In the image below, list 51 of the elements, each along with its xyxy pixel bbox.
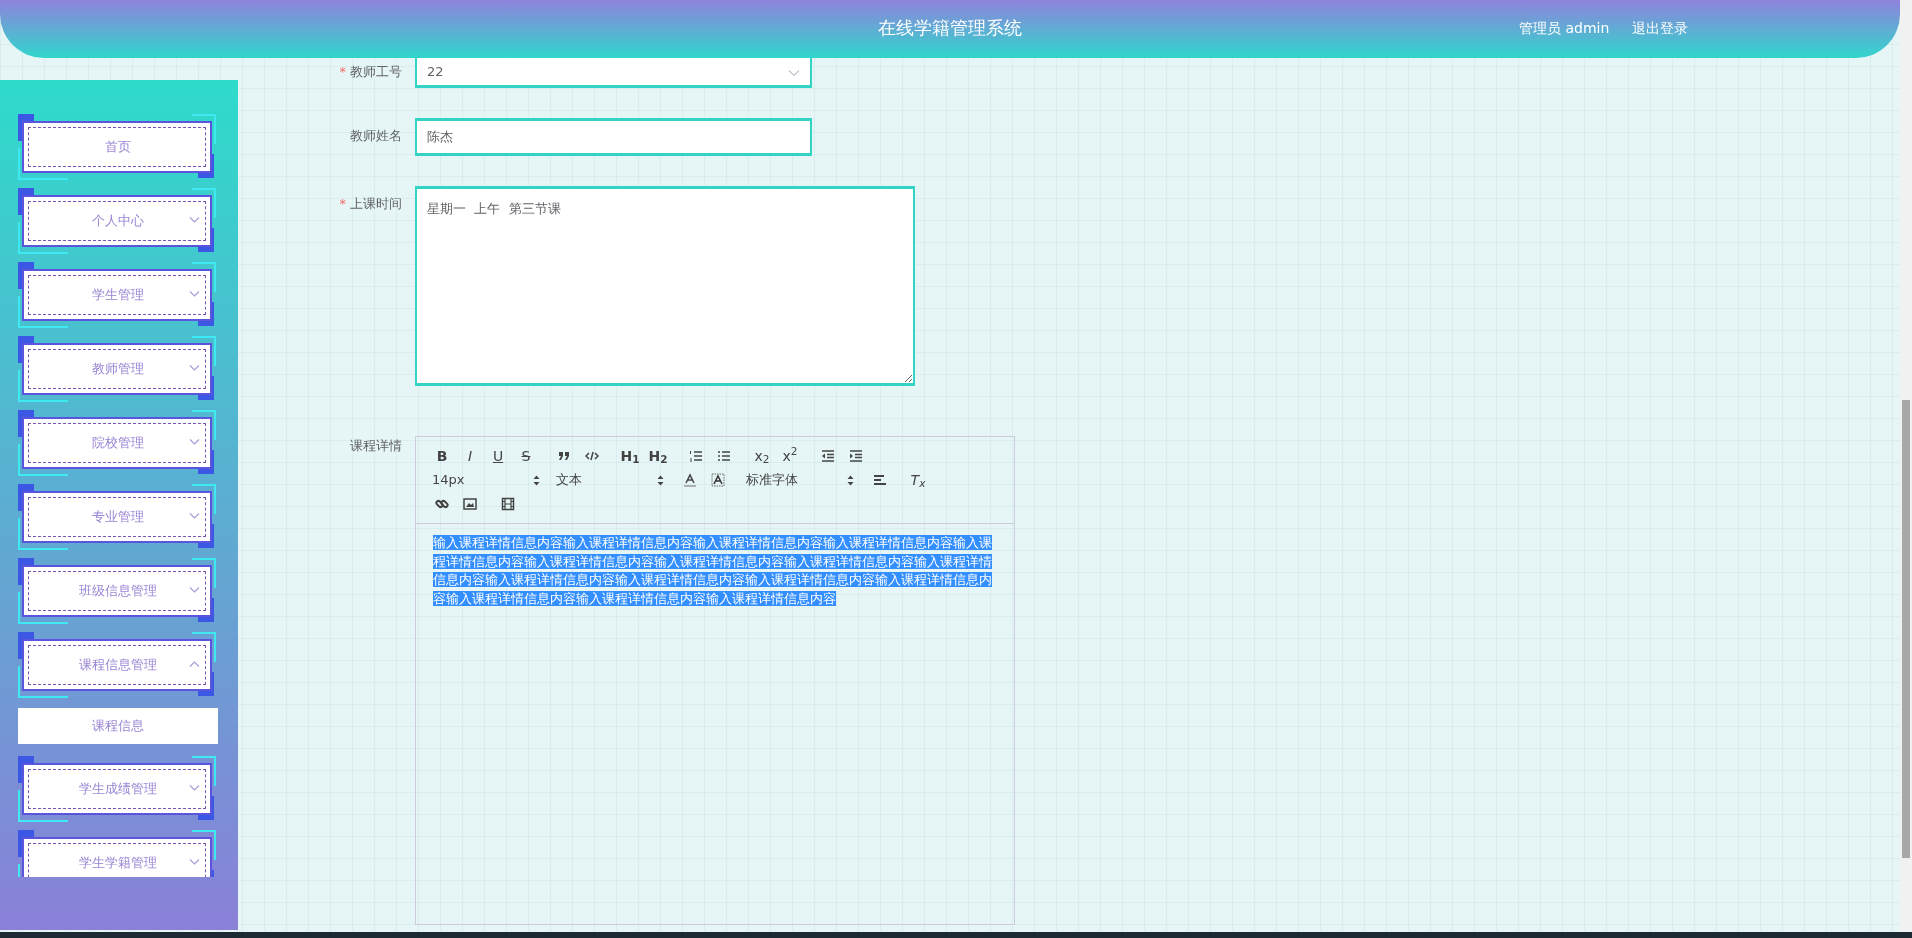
image-icon <box>463 497 477 511</box>
required-mark: * <box>339 64 346 79</box>
quote-icon <box>557 449 571 463</box>
film-icon <box>501 497 515 511</box>
updown-icon <box>657 474 664 486</box>
toolbar-dropdown[interactable]: 文本 <box>552 469 668 491</box>
bold-button[interactable]: B <box>428 445 456 467</box>
select-field[interactable]: 22 <box>415 58 812 88</box>
field-label: 课程详情 <box>349 437 402 455</box>
sidebar-menu-item[interactable]: 教师管理 <box>18 336 218 402</box>
text-color-icon <box>683 473 697 487</box>
scrollbar-thumb[interactable] <box>1902 400 1910 858</box>
sidebar-menu-item[interactable]: 班级信息管理 <box>18 558 218 624</box>
bullet-list-icon <box>717 449 731 463</box>
submenu-item[interactable]: 课程信息 <box>18 708 218 744</box>
updown-icon <box>533 474 540 486</box>
user-label: 管理员 admin <box>1519 19 1610 38</box>
heading-button[interactable]: H$_{1}$ <box>616 445 644 467</box>
italic-button[interactable]: I <box>456 445 484 467</box>
indent-icon <box>849 449 863 463</box>
chevron-down-icon <box>788 69 800 77</box>
required-mark: * <box>339 196 346 211</box>
highlight-icon <box>711 473 725 487</box>
sidebar-menu-item[interactable]: 课程信息管理 <box>18 632 218 698</box>
app-title: 在线学籍管理系统 <box>878 16 1022 40</box>
updown-icon <box>847 474 854 486</box>
align-left-icon <box>873 473 887 487</box>
sidebar-menu-item[interactable]: 专业管理 <box>18 484 218 550</box>
input-field[interactable]: 陈杰 <box>415 118 812 156</box>
clear-format-button[interactable]: T$_{x}$ <box>904 469 932 491</box>
editor-content-text: 输入课程详情信息内容输入课程详情信息内容输入课程详情信息内容输入课程详情信息内容输入课程详情信息内容输入课程详情信息内容输入课程详情信息内容输入课程详情信息内容输入课程详情信息内容输入课程详情信息内容输入课程详情信息内容输入课程详情信息内容输入课程详情信息内容输入课程详情信息内容输入课程详情信息内容输入课程详情信息内容 <box>432 534 993 608</box>
sidebar-menu-item[interactable]: 院校管理 <box>18 410 218 476</box>
heading-button[interactable]: H$_{2}$ <box>644 445 672 467</box>
sidebar-menu-item[interactable]: 首页 <box>18 114 218 180</box>
strikethrough-button[interactable]: S <box>512 445 540 467</box>
script-button[interactable]: x$^{2}$ <box>776 445 804 467</box>
outdent-icon <box>821 449 835 463</box>
numbered-list-icon <box>689 449 703 463</box>
field-label: 教师姓名 <box>350 128 402 143</box>
toolbar-dropdown[interactable]: 14px <box>428 469 544 491</box>
link-icon <box>435 497 449 511</box>
underline-button[interactable]: U <box>484 445 512 467</box>
sidebar-menu-item[interactable]: 学生成绩管理 <box>18 756 218 822</box>
input-field[interactable]: 星期一 上午 第三节课 <box>415 186 915 386</box>
field-label: 上课时间 <box>350 196 402 211</box>
sidebar-menu-item[interactable]: 学生管理 <box>18 262 218 328</box>
field-label: 教师工号 <box>350 64 402 79</box>
toolbar-dropdown[interactable]: 标准字体 <box>742 469 858 491</box>
script-button[interactable]: x$_{2}$ <box>748 445 776 467</box>
code-icon <box>585 449 599 463</box>
scrollbar[interactable] <box>1900 0 1912 932</box>
